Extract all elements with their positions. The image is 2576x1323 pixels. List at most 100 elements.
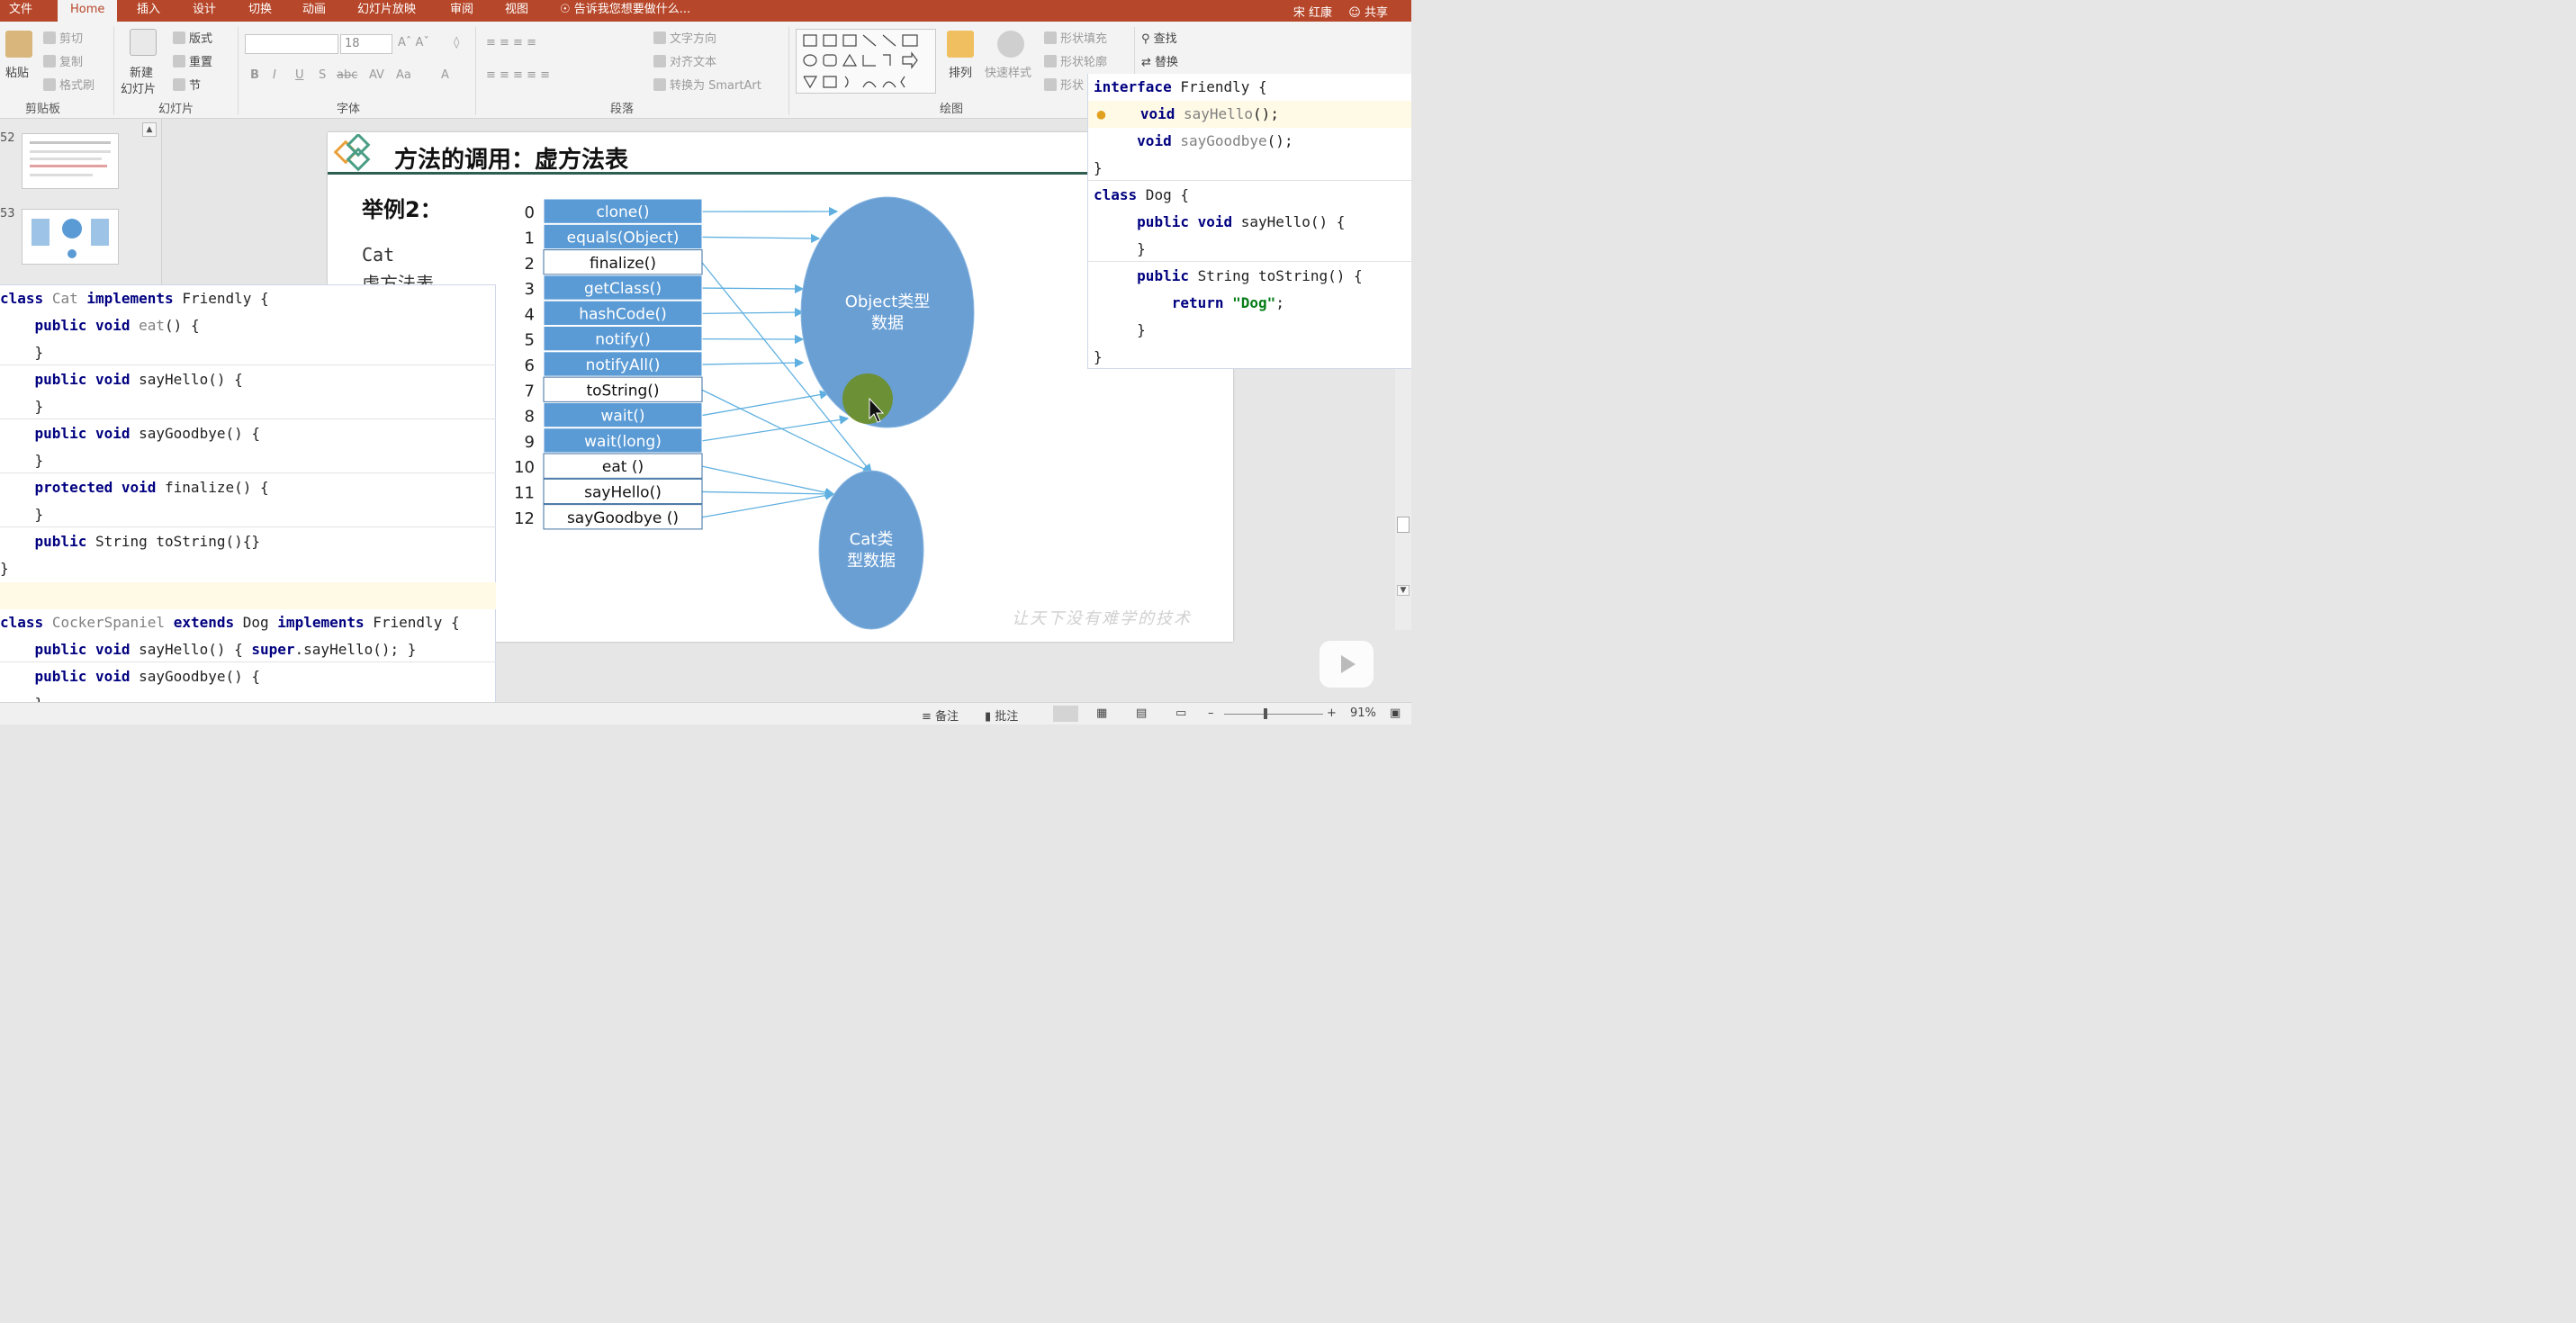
bold-icon[interactable]: B [250, 68, 259, 82]
comments-button[interactable]: ▮ 批注 [985, 706, 1018, 724]
cut-button[interactable]: 剪切 [43, 29, 83, 46]
vtable-method-name: notify() [595, 331, 651, 349]
tab-design[interactable]: 设计 [193, 0, 216, 22]
zoom-in-icon[interactable]: + [1327, 706, 1337, 720]
code-line: public void sayHello() { [34, 371, 243, 388]
new-slide-label[interactable]: 幻灯片 [121, 79, 156, 96]
brush-icon [43, 78, 56, 91]
notes-button[interactable]: ≡ 备注 [922, 706, 959, 724]
new-slide-icon [130, 29, 157, 56]
format-painter-button[interactable]: 格式刷 [43, 76, 95, 93]
code-line: class Cat implements Friendly { [0, 290, 269, 307]
scroll-down-arrow[interactable]: ▼ [1397, 585, 1410, 596]
tab-home[interactable]: Home [58, 0, 118, 22]
bullets-icon[interactable]: ≡ ≡ ≡ ≡ [486, 36, 536, 50]
reading-view-icon[interactable]: ▤ [1136, 706, 1147, 720]
share-button[interactable]: ☺ 共享 [1348, 3, 1388, 20]
grow-font-icon[interactable]: Aˆ Aˇ [398, 36, 429, 50]
clear-format-icon[interactable]: ◊ [454, 36, 459, 50]
user-name[interactable]: 宋 红康 [1293, 3, 1332, 20]
change-case-icon[interactable]: Aa [396, 68, 411, 82]
align-text-button[interactable]: 对齐文本 [653, 52, 716, 69]
shape-outline-button[interactable]: 形状轮廓 [1044, 52, 1107, 69]
new-slide-button[interactable]: 新建 [130, 63, 153, 80]
find-button[interactable]: ⚲ 查找 [1141, 29, 1177, 46]
vtable-arrow [701, 490, 835, 518]
reset-button[interactable]: 重置 [173, 52, 212, 69]
code-panel-dog[interactable]: interface Friendly { ● void sayHello(); … [1087, 74, 1412, 369]
slide-thumbnail-53[interactable] [22, 209, 119, 265]
tab-insert[interactable]: 插入 [137, 0, 160, 22]
normal-view-icon[interactable] [1053, 706, 1078, 722]
zoom-level[interactable]: 91% [1350, 706, 1376, 720]
video-play-button[interactable] [1320, 641, 1374, 688]
shadow-icon[interactable]: S [319, 68, 326, 82]
vtable-index: 9 [525, 433, 535, 452]
object-circle-label: Object类型 [845, 292, 931, 311]
text-direction-button[interactable]: 文字方向 [653, 29, 716, 46]
slideshow-icon[interactable]: ▭ [1175, 706, 1186, 720]
cat-circle-label: Cat类 [850, 530, 894, 549]
code-line: } [0, 452, 44, 469]
shapes-gallery[interactable] [796, 29, 936, 94]
paste-button[interactable]: 粘贴 [5, 63, 29, 80]
quick-styles-button[interactable]: 快速样式 [985, 63, 1031, 80]
slide-thumbnail-52[interactable] [22, 133, 119, 189]
code-line: } [1094, 240, 1146, 257]
underline-icon[interactable]: U [295, 68, 304, 82]
code-line: } [1094, 321, 1146, 338]
font-size-input[interactable]: 18 [340, 34, 392, 54]
fit-to-window-icon[interactable]: ▣ [1390, 706, 1401, 720]
tab-animations[interactable]: 动画 [302, 0, 326, 22]
arrange-icon [947, 31, 974, 58]
layout-button[interactable]: 版式 [173, 29, 212, 46]
spacing-icon[interactable]: AV [369, 68, 384, 82]
tab-review[interactable]: 审阅 [450, 0, 473, 22]
tell-me-search[interactable]: ☉ 告诉我您想要做什么... [560, 0, 690, 22]
code-line: } [0, 398, 44, 415]
code-line: class Dog { [1094, 186, 1189, 203]
tab-slideshow[interactable]: 幻灯片放映 [357, 0, 416, 22]
copy-button[interactable]: 复制 [43, 52, 83, 69]
align-icons[interactable]: ≡ ≡ ≡ ≡ ≡ [486, 68, 550, 82]
tab-view[interactable]: 视图 [505, 0, 528, 22]
italic-icon[interactable]: I [273, 68, 276, 82]
scissors-icon [43, 32, 56, 44]
vtable-index: 3 [525, 280, 535, 299]
section-button[interactable]: 节 [173, 76, 201, 93]
code-line: void sayGoodbye(); [1137, 132, 1293, 149]
vtable-method-name: eat () [602, 458, 644, 476]
align-text-icon [653, 55, 666, 68]
font-family-input[interactable] [245, 34, 338, 54]
code-line: protected void finalize() { [34, 479, 269, 496]
scrollbar-thumb[interactable] [1397, 517, 1410, 533]
smartart-button[interactable]: 转换为 SmartArt [653, 76, 761, 93]
vtable-method-name: wait(long) [584, 433, 662, 451]
strikethrough-icon[interactable]: abc [337, 68, 357, 82]
pen-icon [1044, 55, 1057, 68]
code-panel-cat[interactable]: class Cat implements Friendly { public v… [0, 284, 496, 724]
object-circle-label: 数据 [871, 314, 904, 333]
replace-button[interactable]: ⇄ 替换 [1141, 52, 1178, 69]
zoom-slider-thumb[interactable] [1264, 708, 1267, 719]
vtable-index: 5 [525, 331, 535, 350]
text-direction-icon [653, 32, 666, 44]
zoom-slider[interactable] [1224, 714, 1323, 715]
slide-sorter-icon[interactable]: ▦ [1096, 706, 1107, 720]
vtable-method-name: equals(Object) [567, 229, 680, 247]
zoom-out-icon[interactable]: – [1208, 706, 1214, 720]
shape-fill-button[interactable]: 形状填充 [1044, 29, 1107, 46]
arrange-button[interactable]: 排列 [949, 63, 972, 80]
vertical-scrollbar[interactable]: ▼ [1395, 369, 1411, 630]
font-color-icon[interactable]: A [441, 68, 449, 82]
vtable-arrow [701, 284, 805, 294]
scroll-up-arrow[interactable]: ▲ [142, 122, 157, 137]
tab-file[interactable]: 文件 [9, 0, 32, 22]
code-line: public String toString(){} [34, 533, 260, 550]
vtable-index: 1 [525, 229, 535, 248]
code-line: } [0, 344, 44, 361]
tab-transitions[interactable]: 切换 [248, 0, 272, 22]
vtable-arrow [701, 233, 821, 244]
vtable-index: 2 [525, 255, 535, 274]
shape-effects-button[interactable]: 形状 [1044, 76, 1084, 93]
